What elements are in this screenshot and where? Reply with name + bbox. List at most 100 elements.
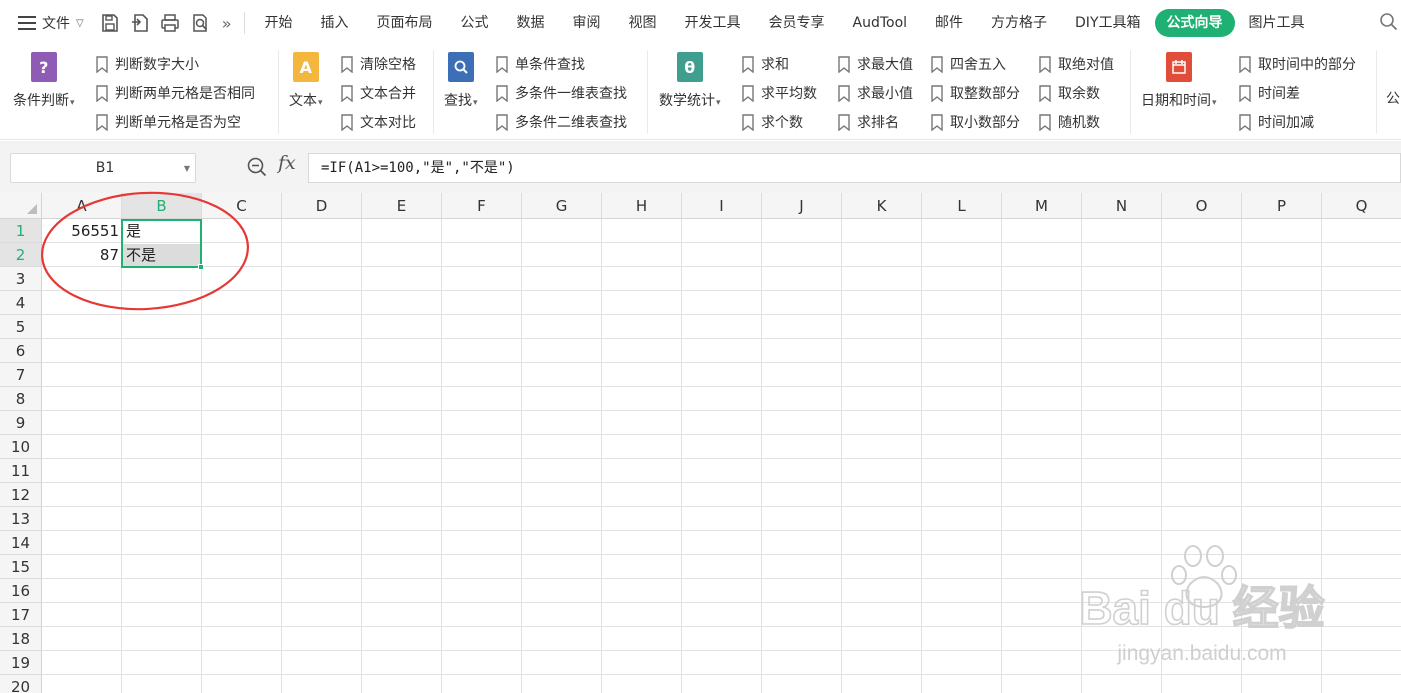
tab-audtool[interactable]: AudTool bbox=[839, 9, 922, 37]
column-header-k[interactable]: K bbox=[842, 193, 922, 219]
tab-fangfang[interactable]: 方方格子 bbox=[977, 9, 1061, 37]
column-header-d[interactable]: D bbox=[282, 193, 362, 219]
column-header-l[interactable]: L bbox=[922, 193, 1002, 219]
tab-data[interactable]: 数据 bbox=[503, 9, 559, 37]
tab-page-layout[interactable]: 页面布局 bbox=[363, 9, 447, 37]
row-header[interactable]: 5 bbox=[0, 315, 42, 339]
count-button[interactable]: 求个数 bbox=[741, 111, 803, 133]
row-header[interactable]: 17 bbox=[0, 603, 42, 627]
random-button[interactable]: 随机数 bbox=[1038, 111, 1100, 133]
chevron-down-icon[interactable]: ▼ bbox=[179, 164, 195, 173]
print-preview-icon[interactable] bbox=[188, 11, 212, 35]
column-header-f[interactable]: F bbox=[442, 193, 522, 219]
formula-input[interactable]: =IF(A1>=100,"是","不是") bbox=[308, 153, 1401, 183]
row-header[interactable]: 3 bbox=[0, 267, 42, 291]
tab-member[interactable]: 会员专享 bbox=[755, 9, 839, 37]
decimal-part-button[interactable]: 取小数部分 bbox=[930, 111, 1020, 133]
average-button[interactable]: 求平均数 bbox=[741, 82, 817, 104]
min-button[interactable]: 求最小值 bbox=[837, 82, 913, 104]
column-header-j[interactable]: J bbox=[762, 193, 842, 219]
bookmark-icon bbox=[96, 55, 108, 73]
row-header[interactable]: 19 bbox=[0, 651, 42, 675]
row-header[interactable]: 15 bbox=[0, 555, 42, 579]
judge-cells-equal-button[interactable]: 判断两单元格是否相同 bbox=[95, 82, 255, 104]
file-menu[interactable]: 文件 ▽ bbox=[0, 0, 84, 46]
remainder-button[interactable]: 取余数 bbox=[1038, 82, 1100, 104]
round-button[interactable]: 四舍五入 bbox=[930, 53, 1006, 75]
rank-button[interactable]: 求排名 bbox=[837, 111, 899, 133]
condition-label: 条件判断 bbox=[13, 93, 69, 109]
column-header-p[interactable]: P bbox=[1242, 193, 1322, 219]
column-header-g[interactable]: G bbox=[522, 193, 602, 219]
ribbon-overflow-label[interactable]: 公 bbox=[1386, 88, 1400, 108]
time-diff-button[interactable]: 时间差 bbox=[1238, 82, 1300, 104]
single-condition-lookup-button[interactable]: 单条件查找 bbox=[495, 53, 585, 75]
max-button[interactable]: 求最大值 bbox=[837, 53, 913, 75]
row-header[interactable]: 8 bbox=[0, 387, 42, 411]
search-icon[interactable] bbox=[1379, 12, 1399, 36]
group-separator bbox=[1376, 50, 1377, 134]
date-time-button[interactable]: 日期和时间▾ bbox=[1141, 52, 1217, 110]
column-header-o[interactable]: O bbox=[1162, 193, 1242, 219]
column-header-q[interactable]: Q bbox=[1322, 193, 1401, 219]
tab-developer[interactable]: 开发工具 bbox=[671, 9, 755, 37]
row-header[interactable]: 10 bbox=[0, 435, 42, 459]
tab-view[interactable]: 视图 bbox=[615, 9, 671, 37]
tab-picture-tools[interactable]: 图片工具 bbox=[1235, 9, 1319, 37]
row-header[interactable]: 20 bbox=[0, 675, 42, 693]
count-label: 求个数 bbox=[761, 115, 803, 131]
row-header[interactable]: 16 bbox=[0, 579, 42, 603]
clear-spaces-button[interactable]: 清除空格 bbox=[340, 53, 416, 75]
more-icon[interactable]: » bbox=[222, 14, 232, 33]
row-header[interactable]: 2 bbox=[0, 243, 42, 267]
row-header[interactable]: 6 bbox=[0, 339, 42, 363]
row-header[interactable]: 12 bbox=[0, 483, 42, 507]
integer-part-button[interactable]: 取整数部分 bbox=[930, 82, 1020, 104]
calendar-icon bbox=[1165, 52, 1192, 82]
text-merge-button[interactable]: 文本合并 bbox=[340, 82, 416, 104]
condition-button[interactable]: ? 条件判断▾ bbox=[13, 52, 75, 110]
row-header[interactable]: 1 bbox=[0, 219, 42, 243]
text-button[interactable]: A 文本▾ bbox=[289, 52, 323, 110]
sum-button[interactable]: 求和 bbox=[741, 53, 789, 75]
sum-label: 求和 bbox=[761, 57, 789, 73]
row-header[interactable]: 18 bbox=[0, 627, 42, 651]
math-stats-button[interactable]: θ 数学统计▾ bbox=[659, 52, 721, 110]
lookup-button[interactable]: 查找▾ bbox=[444, 52, 478, 110]
bookmark-icon bbox=[96, 84, 108, 102]
row-header[interactable]: 11 bbox=[0, 459, 42, 483]
column-header-h[interactable]: H bbox=[602, 193, 682, 219]
tab-diy-toolbox[interactable]: DIY工具箱 bbox=[1061, 9, 1154, 37]
tab-formula-wizard[interactable]: 公式向导 bbox=[1154, 9, 1235, 37]
multi-condition-1d-lookup-button[interactable]: 多条件一维表查找 bbox=[495, 82, 627, 104]
multi-condition-1d-lookup-label: 多条件一维表查找 bbox=[515, 86, 627, 102]
abs-button[interactable]: 取绝对值 bbox=[1038, 53, 1114, 75]
row-header[interactable]: 13 bbox=[0, 507, 42, 531]
row-header[interactable]: 9 bbox=[0, 411, 42, 435]
tab-insert[interactable]: 插入 bbox=[307, 9, 363, 37]
select-all-corner[interactable] bbox=[0, 193, 42, 219]
zoom-icon[interactable] bbox=[246, 156, 268, 182]
time-part-button[interactable]: 取时间中的部分 bbox=[1238, 53, 1356, 75]
multi-condition-2d-lookup-button[interactable]: 多条件二维表查找 bbox=[495, 111, 627, 133]
row-header[interactable]: 14 bbox=[0, 531, 42, 555]
tab-mail[interactable]: 邮件 bbox=[921, 9, 977, 37]
export-pdf-icon[interactable] bbox=[128, 11, 152, 35]
judge-cell-empty-button[interactable]: 判断单元格是否为空 bbox=[95, 111, 241, 133]
column-header-i[interactable]: I bbox=[682, 193, 762, 219]
fx-icon[interactable]: fx bbox=[278, 152, 296, 174]
tab-review[interactable]: 审阅 bbox=[559, 9, 615, 37]
name-box[interactable]: B1 ▼ bbox=[10, 153, 196, 183]
column-header-m[interactable]: M bbox=[1002, 193, 1082, 219]
save-icon[interactable] bbox=[98, 11, 122, 35]
judge-number-size-button[interactable]: 判断数字大小 bbox=[95, 53, 199, 75]
print-icon[interactable] bbox=[158, 11, 182, 35]
column-header-n[interactable]: N bbox=[1082, 193, 1162, 219]
time-add-button[interactable]: 时间加减 bbox=[1238, 111, 1314, 133]
row-header[interactable]: 7 bbox=[0, 363, 42, 387]
row-header[interactable]: 4 bbox=[0, 291, 42, 315]
text-compare-button[interactable]: 文本对比 bbox=[340, 111, 416, 133]
tab-home[interactable]: 开始 bbox=[251, 9, 307, 37]
column-header-e[interactable]: E bbox=[362, 193, 442, 219]
tab-formulas[interactable]: 公式 bbox=[447, 9, 503, 37]
